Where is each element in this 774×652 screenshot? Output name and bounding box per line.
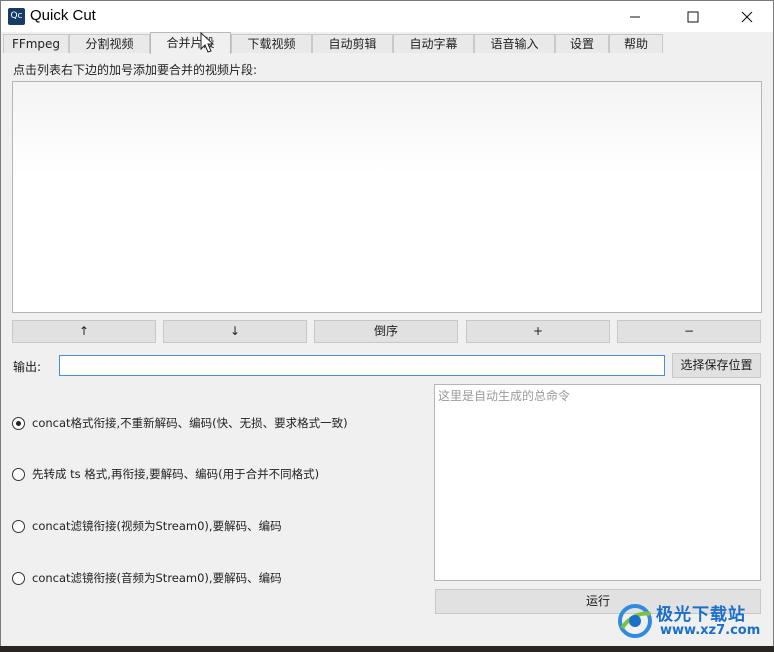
choose-save-location-button[interactable]: 选择保存位置: [672, 353, 761, 378]
move-up-button[interactable]: ↑: [12, 320, 156, 343]
reverse-button[interactable]: 倒序: [314, 320, 458, 343]
tab-merge-clips[interactable]: 合并片段: [150, 32, 231, 54]
maximize-icon: [687, 11, 699, 22]
app-icon: Qc: [8, 8, 25, 25]
option-label: concat滤镜衔接(视频为Stream0),要解码、编码: [32, 519, 282, 533]
minimize-button[interactable]: [612, 1, 658, 32]
option-ts-convert[interactable]: 先转成 ts 格式,再衔接,要解码、编码(用于合并不同格式): [12, 466, 319, 482]
radio-unchecked-icon[interactable]: [12, 467, 25, 481]
watermark-name: 极光下载站: [656, 605, 746, 625]
tab-split-video[interactable]: 分割视频: [69, 34, 150, 53]
option-concat-filter-video[interactable]: concat滤镜衔接(视频为Stream0),要解码、编码: [12, 518, 282, 534]
tab-auto-subtitle[interactable]: 自动字幕: [393, 34, 474, 53]
command-preview-textarea[interactable]: [434, 384, 761, 581]
tab-ffmpeg[interactable]: FFmpeg: [3, 34, 69, 53]
tab-bar: FFmpeg 分割视频 合并片段 下载视频 自动剪辑 自动字幕 语音输入 设置 …: [1, 32, 773, 54]
window-title: Quick Cut: [30, 7, 96, 24]
app-window: Qc Quick Cut FFmpeg 分割视频 合并片段 下载视频 自动剪辑 …: [0, 0, 774, 648]
tab-download-video[interactable]: 下载视频: [231, 34, 312, 53]
close-icon: [741, 11, 753, 22]
radio-unchecked-icon[interactable]: [12, 519, 25, 533]
merge-hint: 点击列表右下边的加号添加要合并的视频片段:: [13, 63, 258, 77]
title-bar[interactable]: Qc Quick Cut: [1, 1, 773, 32]
option-label: concat滤镜衔接(音频为Stream0),要解码、编码: [32, 571, 282, 585]
merge-panel: 点击列表右下边的加号添加要合并的视频片段: ↑ ↓ 倒序 + − 输出: 选择保…: [1, 54, 773, 629]
tab-voice-input[interactable]: 语音输入: [474, 34, 555, 53]
minimize-icon: [630, 16, 640, 17]
output-path-input[interactable]: [59, 355, 665, 376]
watermark-logo-icon: [618, 604, 652, 638]
tab-help[interactable]: 帮助: [609, 34, 663, 53]
watermark-url: www.xz7.com: [660, 623, 761, 638]
option-label: concat格式衔接,不重新解码、编码(快、无损、要求格式一致): [32, 416, 348, 430]
add-clip-button[interactable]: +: [466, 320, 610, 343]
tab-auto-edit[interactable]: 自动剪辑: [312, 34, 393, 53]
watermark: 极光下载站 www.xz7.com: [616, 598, 766, 646]
option-concat-filter-audio[interactable]: concat滤镜衔接(音频为Stream0),要解码、编码: [12, 570, 282, 586]
radio-checked-icon[interactable]: [12, 416, 25, 430]
clip-list[interactable]: [12, 81, 762, 313]
mouse-cursor-icon: [200, 32, 215, 53]
radio-unchecked-icon[interactable]: [12, 571, 25, 585]
desktop-background: [0, 646, 774, 652]
move-down-button[interactable]: ↓: [163, 320, 307, 343]
output-label: 输出:: [13, 360, 42, 374]
close-button[interactable]: [724, 1, 770, 32]
option-label: 先转成 ts 格式,再衔接,要解码、编码(用于合并不同格式): [32, 467, 320, 481]
tab-settings[interactable]: 设置: [555, 34, 609, 53]
option-concat-format[interactable]: concat格式衔接,不重新解码、编码(快、无损、要求格式一致): [12, 415, 348, 431]
maximize-button[interactable]: [670, 1, 716, 32]
remove-clip-button[interactable]: −: [617, 320, 761, 343]
